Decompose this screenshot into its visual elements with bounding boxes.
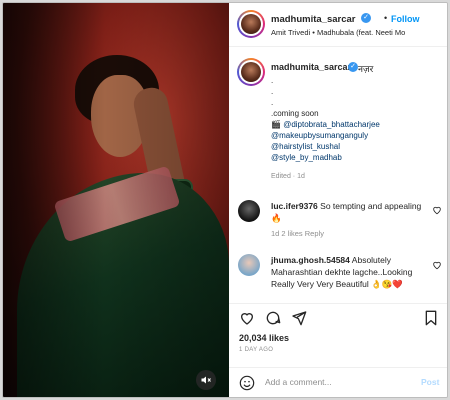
caption-body: . . . .coming soon 🎬 @diptobrata_bhattac… [271,75,380,163]
header-separator: • [384,13,388,23]
heart-icon[interactable] [432,205,442,215]
verified-badge-icon: ✓ [348,62,358,72]
comment-icon[interactable] [265,310,281,326]
comment-input[interactable]: Add a comment... [265,377,332,387]
caption-avatar[interactable] [237,58,265,86]
caption-line: .coming soon [271,109,319,118]
post-sidebar: madhumita_sarcar ✓ • Follow Amit Trivedi… [229,3,447,397]
like-count[interactable]: 20,034 likes [239,333,289,343]
commenter-avatar[interactable] [238,254,260,276]
heart-icon[interactable] [432,260,442,270]
emoji-icon[interactable] [239,375,255,391]
caption-line: . [271,76,274,85]
audio-track-link[interactable]: Amit Trivedi • Madhubala (feat. Neeti Mo [271,28,447,37]
bookmark-icon[interactable] [423,310,439,326]
verified-badge-icon: ✓ [361,13,371,23]
post-comment-button[interactable]: Post [421,377,439,387]
action-bar [229,303,447,331]
commenter-username[interactable]: jhuma.ghosh.54584 [271,255,350,265]
caption-line: . [271,98,274,107]
comment-meta[interactable]: 1d 2 likes Reply [271,229,324,238]
video-shade [3,3,229,397]
author-username[interactable]: madhumita_sarcar [271,14,355,25]
caption-meta: Edited · 1d [271,173,305,180]
post-date: 1 DAY AGO [239,347,274,353]
author-avatar[interactable] [237,10,265,38]
caption-line: . [271,87,274,96]
mention-link[interactable]: @hairstylist_kushal [271,141,380,152]
follow-button[interactable]: Follow [391,14,420,24]
caption-title: नज़र [358,64,374,74]
heart-icon[interactable] [239,310,255,326]
comment-body: jhuma.ghosh.54584 Absolutely Maharashtia… [271,254,425,290]
post-modal: madhumita_sarcar ✓ • Follow Amit Trivedi… [2,2,448,398]
speaker-muted-icon[interactable] [196,370,216,390]
post-header: madhumita_sarcar ✓ • Follow Amit Trivedi… [229,3,447,47]
post-video[interactable] [3,3,229,397]
comment-composer: Add a comment... Post [229,367,447,397]
mention-link[interactable]: @makeupbysumanganguly [271,130,380,141]
commenter-username[interactable]: luc.ifer9376 [271,201,318,211]
caption-username[interactable]: madhumita_sarcar [271,62,351,72]
clapper-emoji: 🎬 [271,120,281,129]
mention-link[interactable]: @style_by_madhab [271,152,380,163]
mention-link[interactable]: @diptobrata_bhattacharjee [283,120,380,129]
share-icon[interactable] [291,310,307,326]
caption-credit-line: 🎬 @diptobrata_bhattacharjee [271,119,380,130]
comment-body: luc.ifer9376 So tempting and appealing 🔥 [271,200,425,224]
commenter-avatar[interactable] [238,200,260,222]
